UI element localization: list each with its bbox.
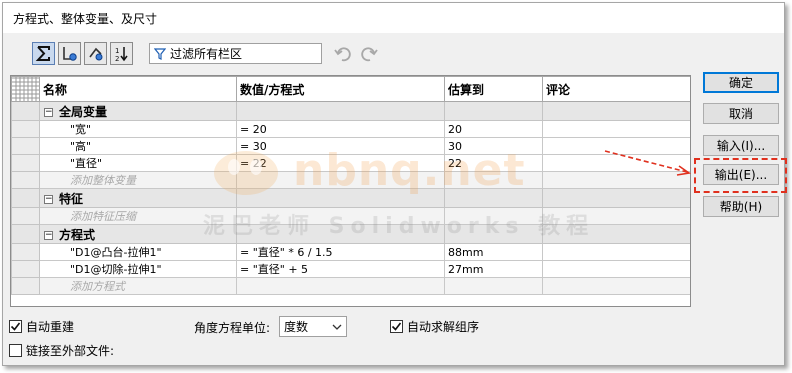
- window-title: 方程式、整体变量、及尺寸: [13, 12, 158, 26]
- help-button[interactable]: 帮助(H): [703, 196, 779, 217]
- row-value[interactable]: = "直径" * 6 / 1.5: [236, 243, 445, 261]
- row-evaluates: 20: [444, 120, 543, 138]
- auto-solve-order-label: 自动求解组序: [407, 320, 480, 334]
- header-value[interactable]: 数值/方程式: [236, 76, 445, 102]
- add-equation-row[interactable]: 添加方程式: [11, 277, 690, 295]
- filter-input[interactable]: 过滤所有栏区: [149, 43, 322, 64]
- angle-unit-value: 度数: [284, 320, 309, 334]
- redo-icon[interactable]: [360, 45, 378, 63]
- annotation-arrow-icon: [604, 150, 692, 176]
- row-name[interactable]: "D1@切除-拉伸1": [39, 260, 237, 278]
- equations-dialog: 方程式、整体变量、及尺寸 1 2 过滤所有栏区 名称 数值/方程式 估算到 评论…: [2, 2, 787, 366]
- checkbox-box[interactable]: [390, 320, 403, 333]
- ordered-view-icon: 1 2: [115, 47, 128, 62]
- add-equation-placeholder[interactable]: 添加方程式: [39, 277, 237, 295]
- watermark-text: nbnq.net: [293, 145, 526, 196]
- header-comment[interactable]: 评论: [542, 76, 690, 102]
- ok-button[interactable]: 确定: [703, 72, 779, 93]
- export-highlight-box: [694, 158, 787, 193]
- chevron-down-icon: [332, 324, 342, 330]
- header-name[interactable]: 名称: [39, 76, 237, 102]
- ordered-view-button[interactable]: 1 2: [110, 42, 133, 65]
- sketch-equation-view-button[interactable]: [58, 42, 81, 65]
- link-external-checkbox[interactable]: 链接至外部文件:: [9, 342, 114, 359]
- row-value[interactable]: = 20: [236, 120, 445, 138]
- filter-icon: [154, 47, 166, 60]
- checkbox-box[interactable]: [9, 320, 22, 333]
- cancel-button[interactable]: 取消: [703, 103, 779, 124]
- row-comment[interactable]: [542, 120, 690, 138]
- title-bar: 方程式、整体变量、及尺寸: [3, 3, 784, 33]
- watermark-subtext: 泥巴老师 Solidworks 教程: [203, 214, 595, 239]
- svg-text:2: 2: [115, 55, 119, 62]
- undo-icon[interactable]: [334, 45, 352, 63]
- auto-rebuild-checkbox[interactable]: 自动重建: [9, 318, 74, 335]
- sigma-icon: [35, 46, 50, 61]
- group-globals[interactable]: − 全局变量: [11, 101, 690, 121]
- header-evaluates[interactable]: 估算到: [444, 76, 543, 102]
- dimension-view-button[interactable]: [84, 42, 107, 65]
- row-name[interactable]: "D1@凸台-拉伸1": [39, 243, 237, 261]
- sketch-equation-icon: [63, 47, 77, 61]
- checkmark-icon: [10, 322, 21, 331]
- table-row[interactable]: "D1@凸台-拉伸1" = "直径" * 6 / 1.5 88mm: [11, 243, 690, 261]
- row-value[interactable]: = "直径" + 5: [236, 260, 445, 278]
- dimension-icon: [89, 47, 103, 61]
- checkmark-icon: [391, 322, 402, 331]
- angle-unit-select[interactable]: 度数: [279, 316, 347, 337]
- auto-rebuild-label: 自动重建: [26, 320, 75, 334]
- select-all-corner[interactable]: [11, 76, 40, 102]
- filter-text: 过滤所有栏区: [170, 47, 243, 61]
- group-label: 特征: [59, 191, 84, 206]
- row-comment[interactable]: [542, 260, 690, 278]
- row-comment[interactable]: [542, 243, 690, 261]
- collapse-icon[interactable]: −: [44, 230, 53, 240]
- collapse-icon[interactable]: −: [44, 194, 53, 204]
- watermark-logo: [214, 151, 278, 195]
- svg-text:1: 1: [115, 47, 119, 55]
- table-row[interactable]: "宽" = 20 20: [11, 120, 690, 138]
- row-evaluates: 27mm: [444, 260, 543, 278]
- checkbox-box[interactable]: [9, 344, 22, 357]
- row-evaluates: 88mm: [444, 243, 543, 261]
- table-row[interactable]: "D1@切除-拉伸1" = "直径" + 5 27mm: [11, 260, 690, 278]
- collapse-icon[interactable]: −: [44, 107, 53, 117]
- angle-unit-label: 角度方程单位:: [194, 321, 271, 335]
- link-external-label: 链接至外部文件:: [26, 344, 115, 358]
- group-label: 全局变量: [59, 104, 108, 119]
- equation-view-button[interactable]: [32, 42, 55, 65]
- import-button[interactable]: 输入(I)...: [703, 135, 779, 156]
- row-name[interactable]: "宽": [39, 120, 237, 138]
- group-label: 方程式: [59, 227, 96, 242]
- auto-solve-order-checkbox[interactable]: 自动求解组序: [390, 318, 479, 335]
